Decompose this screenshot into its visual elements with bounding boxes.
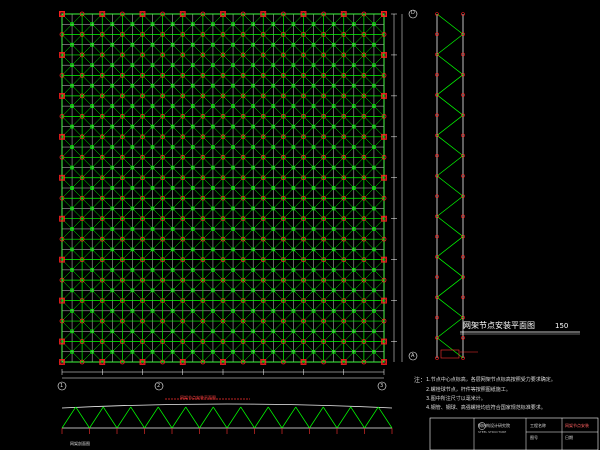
- elevation-web: [436, 175, 464, 197]
- notes-heading: 注：: [414, 377, 427, 384]
- note-4: 4.钢管、钢球、高强螺栓均应符合国家规范标准要求。: [426, 405, 546, 411]
- elevation-web: [436, 236, 464, 258]
- elevation-web: [436, 114, 464, 136]
- section-web: [309, 406, 324, 429]
- section-web: [377, 406, 393, 429]
- drawing-scale: 150: [555, 322, 569, 330]
- section-web: [240, 406, 255, 429]
- section-web: [350, 406, 365, 429]
- side-elevation: [435, 12, 580, 360]
- section-web: [130, 406, 145, 429]
- date-label: 日期: [565, 435, 573, 440]
- section-truss: [61, 403, 393, 434]
- section-web: [281, 406, 297, 429]
- axis-label-a: A: [411, 353, 415, 359]
- axis-label-1: 1: [60, 383, 64, 389]
- section-web: [322, 406, 338, 429]
- elevation-web: [436, 33, 464, 55]
- elevation-web: [436, 74, 464, 96]
- section-web: [171, 406, 187, 429]
- section-web: [61, 406, 77, 429]
- drawing-title: 网架节点安装平面图: [463, 321, 535, 330]
- section-web: [364, 406, 379, 429]
- elevation-web: [436, 216, 464, 237]
- section-web: [144, 406, 159, 429]
- axis-label-3: 3: [380, 383, 384, 389]
- section-web: [226, 406, 242, 429]
- section-web: [254, 406, 269, 429]
- section-web: [212, 406, 228, 429]
- elevation-web: [436, 297, 464, 318]
- axis-label-d: D: [411, 10, 415, 16]
- note-1: 1.节点中心点标高，各层网架节点标高按照受力要求确定。: [426, 377, 556, 383]
- section-web: [75, 406, 90, 429]
- elevation-web: [436, 276, 464, 298]
- section-web: [185, 406, 200, 429]
- space-frame-plan: [57, 9, 418, 400]
- elevation-web: [436, 135, 464, 156]
- number-label: 图号: [530, 435, 538, 440]
- section-web: [157, 406, 173, 429]
- section-web: [336, 406, 352, 429]
- elevation-web: [436, 256, 464, 278]
- elevation-web: [436, 13, 464, 35]
- section-top-chord: [61, 403, 393, 409]
- section-web: [102, 406, 118, 429]
- company-sub: STEEL STRUCTURE: [478, 430, 507, 434]
- drawing-name: 网架节点安装: [565, 423, 589, 428]
- note-2: 2.螺栓球节点，杆件等按照图纸施工。: [426, 387, 511, 393]
- elevation-web: [436, 317, 464, 339]
- note-3: 3.图中所注尺寸以毫米计。: [426, 396, 486, 402]
- section-caption: 网架剖面图: [70, 441, 90, 446]
- section-web: [267, 406, 283, 429]
- elevation-web: [436, 195, 464, 217]
- company-name: 钢结构设计研究院: [478, 423, 510, 428]
- axis-label-2: 2: [157, 383, 161, 389]
- project-label: 工程名称: [530, 423, 546, 428]
- elevation-web: [436, 94, 464, 116]
- section-web: [89, 406, 104, 429]
- section-web: [199, 406, 214, 429]
- section-web: [116, 406, 132, 429]
- elevation-web: [436, 54, 464, 75]
- plan-caption: 网架节点安装平面图: [180, 395, 216, 400]
- elevation-support: [440, 349, 460, 359]
- section-web: [295, 406, 310, 429]
- elevation-web: [436, 155, 464, 177]
